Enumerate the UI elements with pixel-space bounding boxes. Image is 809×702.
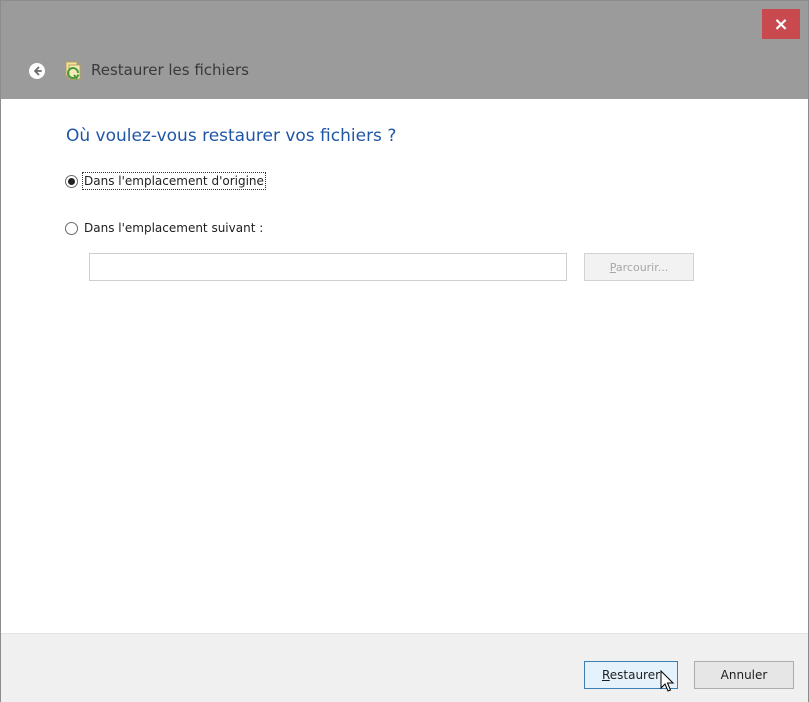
browse-button[interactable]: Parcourir... — [584, 253, 694, 281]
window-title: Restaurer les fichiers — [91, 61, 249, 79]
close-icon: × — [773, 13, 789, 35]
close-button[interactable]: × — [762, 9, 800, 39]
back-arrow-icon — [34, 66, 42, 76]
radio-following-location-label: Dans l'emplacement suivant : — [84, 221, 264, 235]
restore-files-window: × Restaurer les fichiers Où voulez-vous … — [0, 0, 809, 702]
page-heading: Où voulez-vous restaurer vos fichiers ? — [66, 126, 397, 146]
radio-following-location[interactable]: Dans l'emplacement suivant : — [65, 221, 263, 235]
restore-button-label: Restaurer — [601, 668, 661, 682]
radio-button-checked[interactable] — [65, 174, 78, 188]
radio-original-location-label: Dans l'emplacement d'origine — [82, 172, 266, 190]
back-button[interactable] — [29, 63, 45, 79]
restore-button[interactable]: Restaurer — [584, 661, 678, 689]
cancel-button-label: Annuler — [720, 668, 768, 682]
restore-files-icon — [65, 61, 81, 80]
browse-button-label: Parcourir... — [609, 260, 669, 274]
radio-original-location[interactable]: Dans l'emplacement d'origine — [65, 172, 266, 190]
dialog-footer: Restaurer Annuler — [1, 633, 808, 702]
cancel-button[interactable]: Annuler — [694, 661, 794, 689]
content-area: Où voulez-vous restaurer vos fichiers ? … — [1, 99, 808, 633]
location-path-input[interactable] — [89, 253, 567, 281]
radio-button-unchecked[interactable] — [65, 221, 78, 235]
title-bar: × Restaurer les fichiers — [1, 1, 808, 99]
